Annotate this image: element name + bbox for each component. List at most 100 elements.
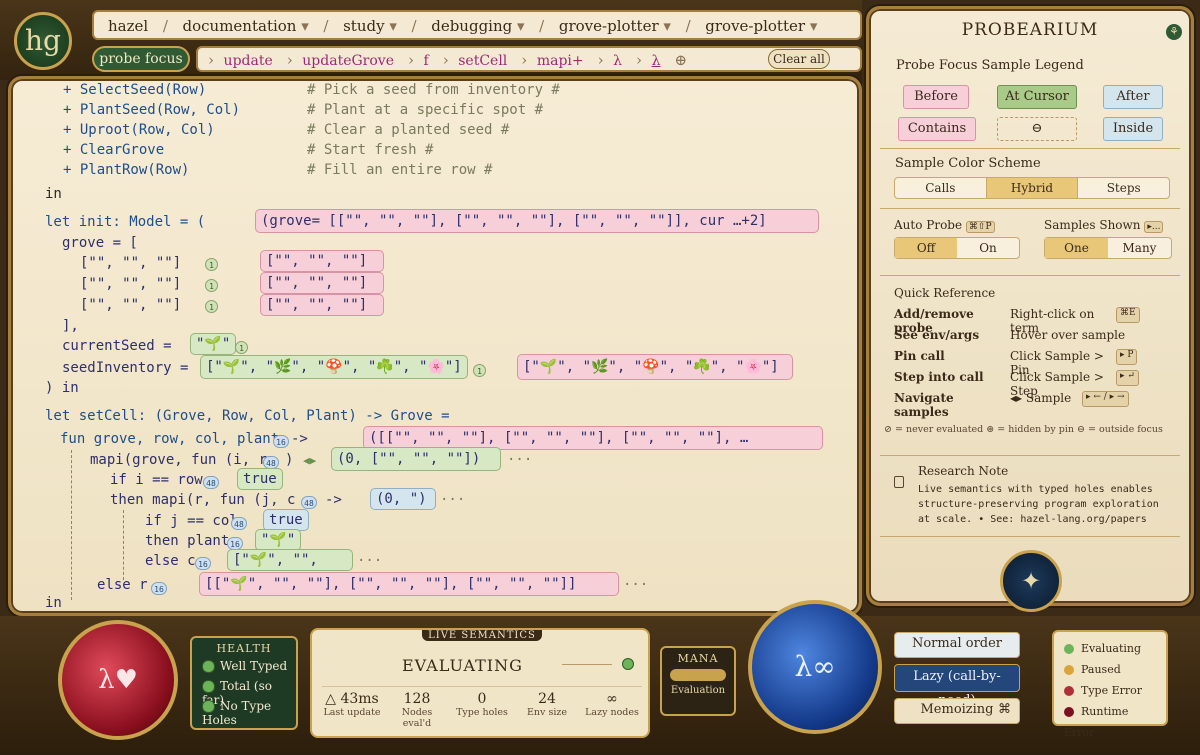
auto-probe-off[interactable]: Off [895, 238, 957, 258]
code-line: + PlantSeed(Row, Col) [63, 100, 240, 120]
grove-row-2: ["", "", ""] [80, 276, 182, 292]
probe-path-lambda-1[interactable]: λ [613, 53, 622, 69]
code-keyword-in: in [45, 186, 62, 202]
probe-path-mapi[interactable]: mapi+ [537, 53, 584, 69]
legend-inside[interactable]: Inside [1103, 117, 1163, 141]
breadcrumb-study[interactable]: study [343, 17, 384, 35]
mana-slider[interactable] [670, 669, 726, 681]
legend-after[interactable]: After [1103, 85, 1163, 109]
probe-sample-else-r[interactable]: [["🌱", "", ""], ["", "", ""], ["", "", "… [199, 572, 619, 596]
probe-sample-row-1[interactable]: ["", "", ""] [260, 250, 384, 272]
probe-sample-seed-inventory-2[interactable]: ["🌱", "🌿", "🍄", "☘️", "🌸"] [517, 354, 793, 380]
probe-sample-row-3[interactable]: ["", "", ""] [260, 294, 384, 316]
red-orb[interactable]: λ♥ [58, 620, 178, 740]
chevron-down-icon[interactable]: ▾ [805, 17, 818, 35]
sample-count-badge[interactable]: 48 [301, 496, 317, 509]
breadcrumb-debugging[interactable]: debugging [431, 17, 512, 35]
compass-ornament: ✦ [1000, 550, 1062, 612]
sample-count-badge[interactable]: 48 [203, 476, 219, 489]
samples-many[interactable]: Many [1108, 238, 1171, 258]
probe-sample-row-2[interactable]: ["", "", ""] [260, 272, 384, 294]
breadcrumb-grove-plotter-1[interactable]: grove-plotter [559, 17, 659, 35]
breadcrumb-hazel[interactable]: hazel [108, 17, 148, 35]
probe-sample-if-j[interactable]: true [263, 509, 309, 531]
legend-none[interactable]: ⊖ [997, 117, 1077, 141]
legend-contains[interactable]: Contains [898, 117, 976, 141]
auto-probe-shortcut: ⌘⇧P [965, 221, 995, 233]
probe-sample-then-mapi[interactable]: (0, ") [370, 488, 436, 510]
navigate-samples-icon[interactable]: ◀▶ [303, 451, 316, 471]
sample-count-badge[interactable]: 1 [205, 300, 218, 313]
probe-sample-mapi[interactable]: (0, ["", "", ""]) [331, 447, 501, 471]
sample-count-badge[interactable]: 48 [231, 517, 247, 530]
probe-sample-seed-inventory[interactable]: ["🌱", "🌿", "🍄", "☘️", "🌸"] [200, 355, 468, 379]
probe-sample-if-i[interactable]: true [237, 468, 283, 490]
heartbeat-icon [562, 664, 612, 665]
code-text: + Uproot(Row, Col) [63, 122, 215, 138]
code-text: + SelectSeed(Row) [63, 82, 207, 98]
stat-value: ∞ [606, 691, 618, 707]
red-orb-label: λ♥ [98, 665, 138, 695]
stat-label: Lazy nodes [585, 707, 639, 718]
logo[interactable]: hg [14, 12, 72, 70]
probe-path-f[interactable]: f [424, 53, 429, 69]
sample-count-badge[interactable]: 16 [151, 582, 167, 595]
legend-before[interactable]: Before [903, 85, 969, 109]
samples-one[interactable]: One [1045, 238, 1108, 258]
more-samples-icon[interactable]: ··· [357, 551, 382, 571]
probe-path: › update › updateGrove › f › setCell › m… [196, 46, 862, 72]
probe-path-update[interactable]: update [224, 53, 273, 69]
chevron-down-icon[interactable]: ▾ [512, 17, 525, 35]
add-probe-icon[interactable]: ⊕ [665, 51, 687, 69]
probe-sample-init[interactable]: (grove= [["", "", ""], ["", "", ""], [""… [255, 209, 819, 233]
more-samples-icon[interactable]: ··· [440, 490, 465, 510]
breadcrumb: hazel / documentation ▾ / study ▾ / debu… [92, 10, 862, 40]
sample-count-badge[interactable]: 16 [273, 435, 289, 448]
chevron-down-icon[interactable]: ▾ [296, 17, 309, 35]
sample-count-badge[interactable]: 1 [235, 341, 248, 354]
mode-memoizing[interactable]: Memoizing ⌘ [894, 698, 1020, 724]
else-c-line: else c [145, 553, 196, 569]
probe-path-lambda-2[interactable]: λ [652, 53, 661, 69]
close-icon[interactable]: ⚘ [1166, 24, 1182, 40]
qr-row: Navigate samples ◂▸ Sample ▸ ← / ▸ → [894, 391, 1179, 419]
probe-path-setcell[interactable]: setCell [458, 53, 507, 69]
code-comment: # Plant at a specific spot # [307, 102, 544, 118]
blue-orb[interactable]: λ∞ [748, 600, 882, 734]
auto-probe-on[interactable]: On [957, 238, 1019, 258]
paused-dot [1064, 665, 1074, 675]
scheme-hybrid[interactable]: Hybrid [985, 178, 1079, 198]
sample-count-badge[interactable]: 1 [205, 258, 218, 271]
health-title: HEALTH [216, 642, 272, 655]
qr-title: Quick Reference [894, 286, 996, 300]
more-samples-icon[interactable]: ··· [623, 575, 648, 595]
probe-sample-else-c[interactable]: ["🌱", "", ""] [227, 549, 353, 588]
chevron-right-icon: › [277, 51, 303, 69]
breadcrumb-documentation[interactable]: documentation [183, 17, 297, 35]
stat-label: Nodes eval'd [401, 707, 433, 729]
qr-footnote: ⊘ = never evaluated ⊛ = hidden by pin ⊖ … [884, 424, 1163, 435]
probe-focus-badge[interactable]: probe focus [92, 46, 190, 72]
clear-all-button[interactable]: Clear all [768, 49, 830, 69]
check-icon [202, 660, 215, 673]
stat-value: 0 [477, 691, 487, 707]
mode-normal-order[interactable]: Normal order [894, 632, 1020, 658]
sample-count-badge[interactable]: 16 [195, 557, 211, 570]
scheme-steps[interactable]: Steps [1078, 178, 1169, 198]
probe-path-updategrove[interactable]: updateGrove [302, 53, 394, 69]
chevron-down-icon[interactable]: ▾ [659, 17, 671, 35]
sample-count-badge[interactable]: 1 [473, 364, 486, 377]
scheme-calls[interactable]: Calls [895, 178, 986, 198]
breadcrumb-sep: / [313, 17, 339, 35]
else-r-line: else r [97, 577, 148, 593]
legend-at-cursor[interactable]: At Cursor [997, 85, 1077, 109]
breadcrumb-grove-plotter-2[interactable]: grove-plotter [705, 17, 805, 35]
probe-sample-current-seed[interactable]: "🌱" [190, 333, 237, 355]
chevron-right-icon: › [626, 51, 652, 69]
more-samples-icon[interactable]: ··· [507, 450, 532, 470]
sample-count-badge[interactable]: 1 [205, 279, 218, 292]
probe-sample-plant[interactable]: "🌱" [255, 529, 302, 551]
chevron-down-icon[interactable]: ▾ [385, 17, 397, 35]
mode-lazy[interactable]: Lazy (call-by-need) [894, 664, 1020, 708]
code-comment: # Start fresh # [307, 142, 434, 158]
